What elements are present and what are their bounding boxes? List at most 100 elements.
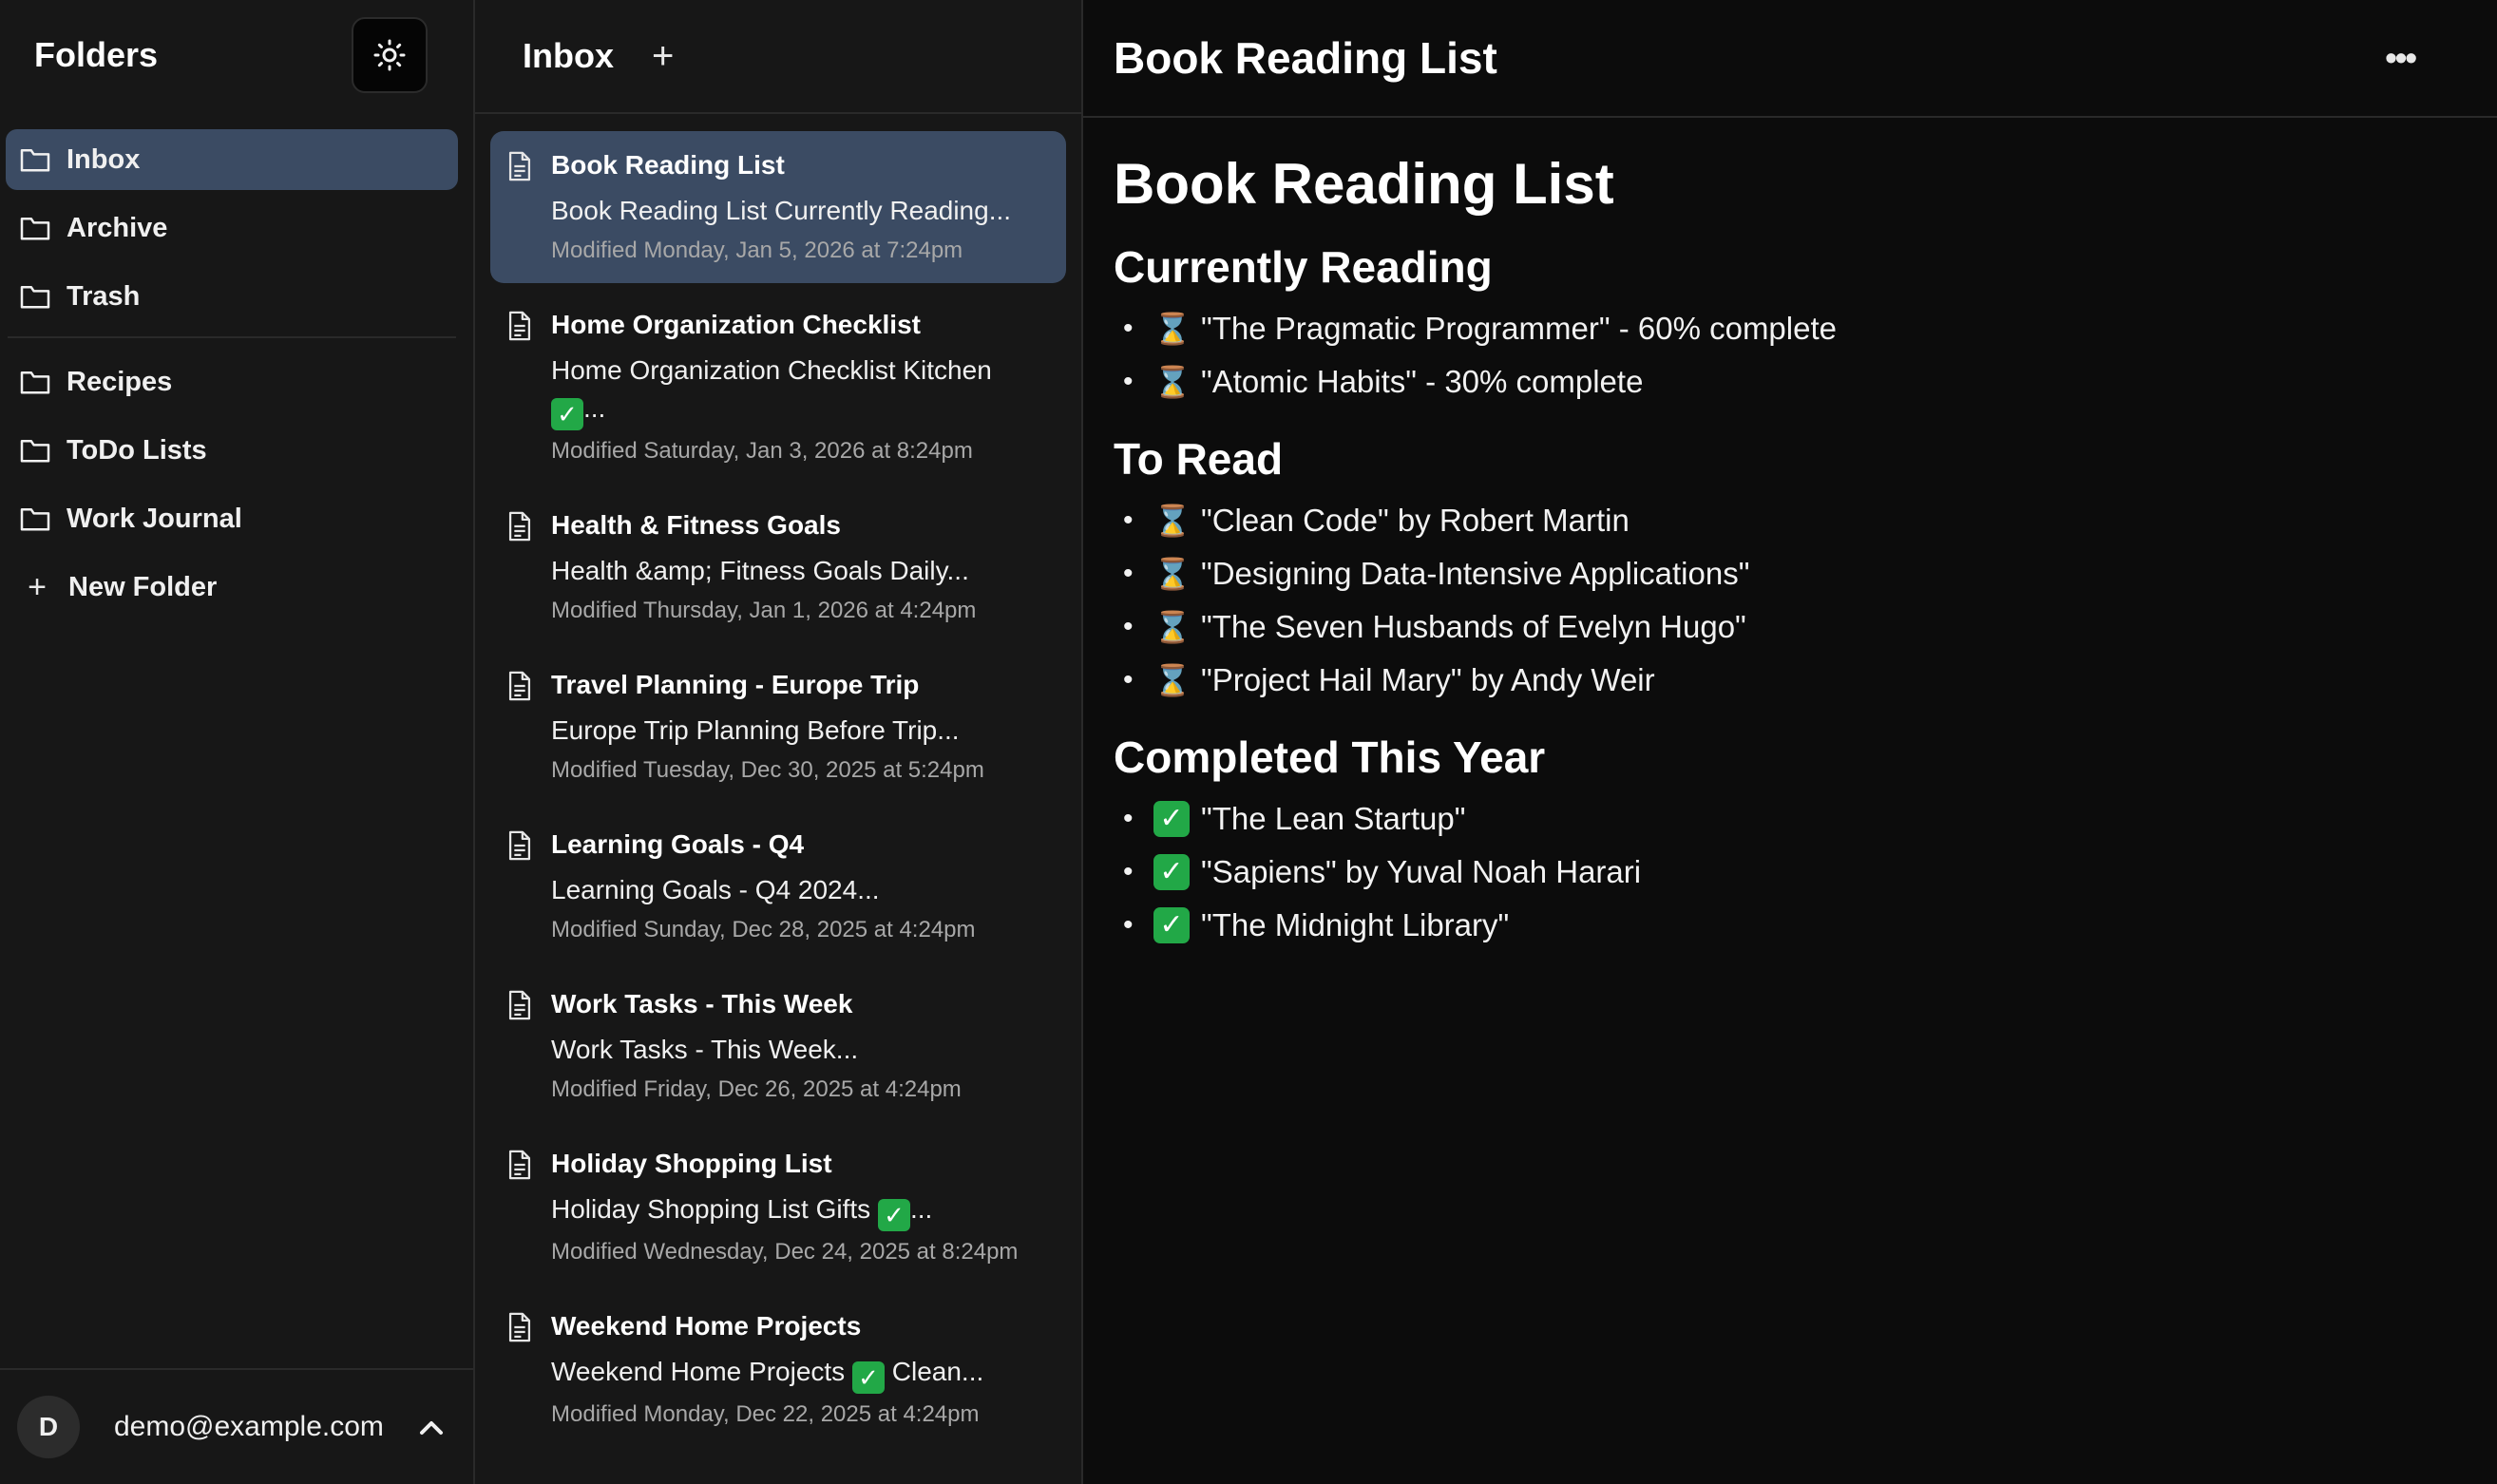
note-editor: Book Reading List ••• Book Reading List … [1083, 0, 2497, 1484]
chevron-up-icon [419, 1421, 443, 1435]
list-item-text: "Sapiens" by Yuval Noah Harari [1201, 854, 1642, 889]
note-item[interactable]: Travel Planning - Europe Trip Europe Tri… [490, 651, 1066, 803]
list-item: • ✓ "The Lean Startup" [1123, 792, 2467, 846]
note-body: Weekend Home Projects Weekend Home Proje… [551, 1307, 1047, 1430]
note-modified: Modified Saturday, Jan 3, 2026 at 8:24pm [551, 438, 973, 464]
note-item[interactable]: Work Tasks - This Week Work Tasks - This… [490, 970, 1066, 1122]
list-item: • ⌛ "The Seven Husbands of Evelyn Hugo" [1123, 600, 2467, 654]
note-body: Work Tasks - This Week Work Tasks - This… [551, 985, 1047, 1105]
note-preview: Book Reading List Currently Reading... [551, 196, 1012, 225]
list-item: • ⌛ "Clean Code" by Robert Martin [1123, 494, 2467, 547]
note-body: Home Organization Checklist Home Organiz… [551, 306, 1047, 466]
list-item: • ⌛ "Atomic Habits" - 30% complete [1123, 355, 2467, 409]
list-item-text: "Project Hail Mary" by Andy Weir [1201, 662, 1655, 697]
avatar: D [17, 1396, 80, 1458]
folder-item-inbox[interactable]: Inbox [6, 129, 458, 190]
list-item-text: "Atomic Habits" - 30% complete [1201, 364, 1644, 399]
document-icon [508, 671, 531, 701]
hourglass-icon: ⌛ [1153, 312, 1191, 346]
check-mark-icon: ✓ [1153, 907, 1190, 943]
editor-header: Book Reading List ••• [1083, 0, 2497, 118]
note-modified: Modified Wednesday, Dec 24, 2025 at 8:24… [551, 1239, 1019, 1265]
note-item[interactable]: Health & Fitness Goals Health &amp; Fitn… [490, 491, 1066, 643]
new-folder-button[interactable]: + New Folder [6, 557, 458, 618]
folder-item-recipes[interactable]: Recipes [6, 352, 458, 412]
note-preview-text: Weekend Home Projects [551, 1357, 846, 1386]
note-modified: Modified Monday, Jan 5, 2026 at 7:24pm [551, 238, 963, 263]
currently-reading-list: • ⌛ "The Pragmatic Programmer" - 60% compl… [1114, 302, 2467, 409]
folder-label: Trash [67, 280, 141, 312]
note-preview-ellipsis: Clean... [891, 1357, 984, 1386]
note-title: Holiday Shopping List [551, 1149, 832, 1178]
note-item[interactable]: Weekend Home Projects Weekend Home Proje… [490, 1292, 1066, 1447]
check-mark-icon: ✓ [1153, 854, 1190, 890]
note-item[interactable]: Learning Goals - Q4 Learning Goals - Q4 … [490, 810, 1066, 962]
bullet: • [1123, 558, 1134, 589]
note-body: Holiday Shopping List Holiday Shopping L… [551, 1145, 1047, 1267]
folder-label: ToDo Lists [67, 434, 207, 466]
folder-icon [20, 217, 50, 240]
note-title: Work Tasks - This Week [551, 989, 853, 1018]
more-options-button[interactable]: ••• [2385, 38, 2417, 78]
document-icon [508, 830, 531, 861]
list-item: • ⌛ "Project Hail Mary" by Andy Weir [1123, 654, 2467, 707]
bullet: • [1123, 856, 1134, 887]
bullet: • [1123, 909, 1134, 941]
note-item[interactable]: Book Reading List Book Reading List Curr… [490, 131, 1066, 283]
bullet: • [1123, 803, 1134, 834]
document-icon [508, 990, 531, 1020]
check-mark-icon: ✓ [1153, 801, 1190, 837]
note-preview: Europe Trip Planning Before Trip... [551, 715, 960, 745]
notes-header: Inbox + [475, 0, 1081, 114]
list-item: • ✓ "Sapiens" by Yuval Noah Harari [1123, 846, 2467, 899]
check-mark-icon: ✓ [851, 1361, 885, 1394]
bullet: • [1123, 664, 1134, 695]
plus-icon: + [28, 568, 47, 605]
hourglass-icon: ⌛ [1153, 557, 1191, 591]
hourglass-icon: ⌛ [1153, 610, 1191, 644]
list-item: • ⌛ "The Pragmatic Programmer" - 60% compl… [1123, 302, 2467, 355]
note-title: Health & Fitness Goals [551, 510, 841, 540]
folder-item-todo-lists[interactable]: ToDo Lists [6, 420, 458, 481]
hourglass-icon: ⌛ [1153, 365, 1191, 399]
section-heading: Completed This Year [1114, 732, 1546, 782]
note-item[interactable]: Home Organization Checklist Home Organiz… [490, 291, 1066, 484]
note-modified: Modified Monday, Dec 22, 2025 at 4:24pm [551, 1401, 980, 1427]
note-title: Home Organization Checklist [551, 310, 921, 339]
folder-label: Work Journal [67, 503, 242, 534]
folder-label: Inbox [67, 143, 141, 175]
editor-title: Book Reading List [1114, 33, 1497, 83]
note-list: Book Reading List Book Reading List Curr… [475, 114, 1081, 1447]
theme-toggle-button[interactable] [352, 17, 428, 93]
note-title: Book Reading List [551, 150, 785, 180]
editor-content[interactable]: Book Reading List Currently Reading • ⌛ "T… [1083, 118, 2497, 952]
note-preview: Health &amp; Fitness Goals Daily... [551, 556, 969, 585]
section-heading: Currently Reading [1114, 242, 1493, 292]
sun-icon [373, 39, 406, 71]
hourglass-icon: ⌛ [1153, 663, 1191, 697]
folder-item-trash[interactable]: Trash [6, 266, 458, 327]
list-item-text: "The Midnight Library" [1201, 907, 1510, 942]
folder-item-work-journal[interactable]: Work Journal [6, 488, 458, 549]
note-modified: Modified Thursday, Jan 1, 2026 at 4:24pm [551, 598, 977, 623]
document-icon [508, 151, 531, 181]
bullet: • [1123, 611, 1134, 642]
account-menu[interactable]: D demo@example.com [0, 1368, 473, 1484]
document-icon [508, 511, 531, 542]
note-body: Travel Planning - Europe Trip Europe Tri… [551, 666, 1047, 786]
note-preview-ellipsis: ... [583, 393, 606, 423]
note-preview: Weekend Home Projects ✓ Clean... [551, 1353, 1047, 1394]
add-note-button[interactable]: + [652, 35, 674, 78]
note-preview-text: Home Organization Checklist Kitchen [551, 355, 992, 385]
bullet: • [1123, 504, 1134, 536]
note-preview: Learning Goals - Q4 2024... [551, 875, 880, 904]
note-body: Learning Goals - Q4 Learning Goals - Q4 … [551, 826, 1047, 945]
note-item[interactable]: Holiday Shopping List Holiday Shopping L… [490, 1130, 1066, 1284]
note-modified: Modified Tuesday, Dec 30, 2025 at 5:24pm [551, 757, 984, 783]
account-email: demo@example.com [114, 1411, 384, 1442]
folders-sidebar: Folders Inbox Archive Trash Recipes ToDo… [0, 0, 475, 1484]
folder-item-archive[interactable]: Archive [6, 198, 458, 258]
list-item-text: "The Pragmatic Programmer" - 60% complet… [1201, 311, 1837, 346]
list-item-text: "Designing Data-Intensive Applications" [1201, 556, 1750, 591]
check-mark-icon: ✓ [877, 1199, 910, 1231]
